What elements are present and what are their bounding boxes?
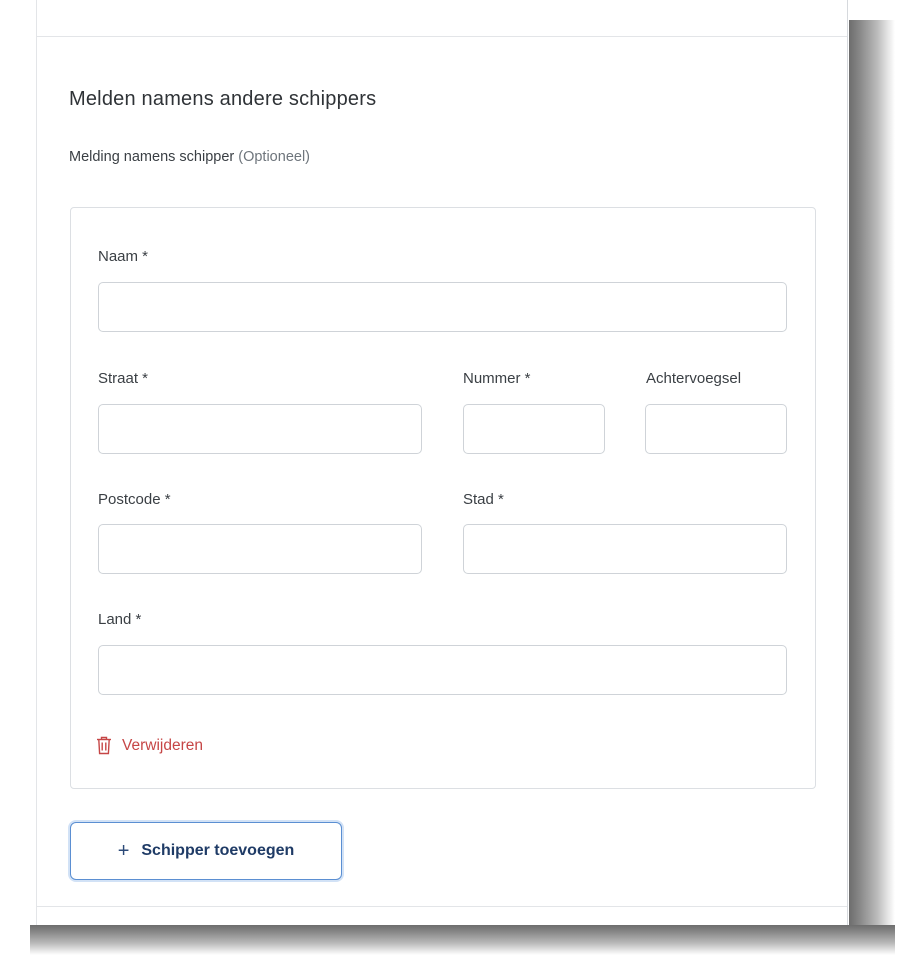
postcode-label: Postcode * (98, 491, 171, 508)
nummer-label: Nummer * (463, 370, 531, 387)
stad-input[interactable] (463, 524, 787, 574)
land-input[interactable] (98, 645, 787, 695)
delete-schipper-button[interactable]: Verwijderen (96, 736, 203, 755)
section-title: Melden namens andere schippers (69, 88, 377, 110)
subtitle-text: Melding namens schipper (69, 149, 235, 165)
straat-label: Straat * (98, 370, 149, 387)
divider-bottom (37, 906, 847, 907)
naam-input[interactable] (98, 282, 787, 332)
form-card: Melden namens andere schippers Melding n… (36, 0, 848, 925)
section-subtitle: Melding namens schipper (Optioneel) (69, 149, 310, 165)
card-shadow-right (849, 20, 895, 940)
schipper-panel: Naam * Straat * Nummer * Achtervoegsel P… (70, 207, 816, 789)
divider-top (37, 36, 847, 37)
add-schipper-button[interactable]: + Schipper toevoegen (70, 822, 342, 880)
plus-icon: + (117, 840, 130, 862)
naam-label: Naam * (98, 248, 149, 265)
nummer-input[interactable] (463, 404, 605, 454)
stad-label: Stad * (463, 491, 504, 508)
delete-label: Verwijderen (122, 736, 203, 754)
postcode-input[interactable] (98, 524, 422, 574)
achtervoegsel-label: Achtervoegsel (646, 370, 742, 387)
trash-icon (96, 736, 112, 755)
achtervoegsel-input[interactable] (645, 404, 787, 454)
land-label: Land * (98, 611, 142, 628)
straat-input[interactable] (98, 404, 422, 454)
card-shadow-bottom (30, 925, 895, 955)
add-schipper-label: Schipper toevoegen (141, 842, 295, 859)
optional-hint: (Optioneel) (238, 149, 310, 165)
